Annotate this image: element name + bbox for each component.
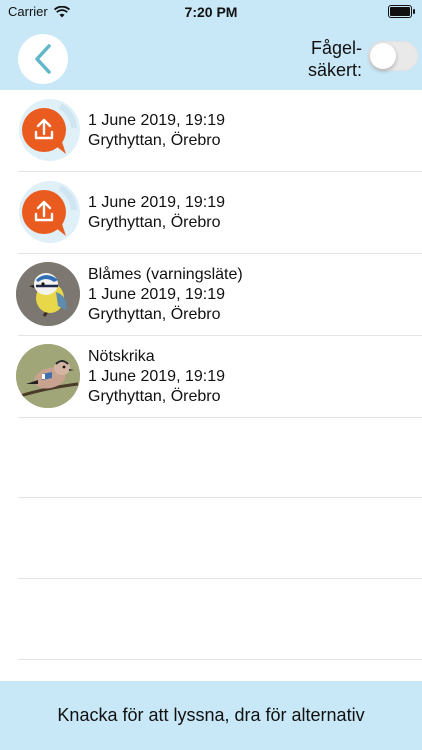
jay-photo — [16, 344, 80, 408]
recording-info: Nötskrika 1 June 2019, 19:19 Grythyttan,… — [88, 347, 225, 407]
recording-info: 1 June 2019, 19:19 Grythyttan, Örebro — [88, 111, 225, 151]
recording-place: Grythyttan, Örebro — [88, 305, 221, 323]
recording-date: 1 June 2019, 19:19 — [88, 285, 226, 303]
empty-row-separator — [18, 578, 422, 579]
empty-row-separator — [18, 659, 422, 660]
recording-species: Blåmes (varningsläte) — [88, 265, 243, 283]
list-item[interactable]: 1 June 2019, 19:19 Grythyttan, Örebro — [18, 90, 422, 172]
recording-info: Blåmes (varningsläte) 1 June 2019, 19:19… — [88, 265, 243, 325]
blue-tit-photo — [16, 262, 80, 326]
chevron-left-icon — [35, 44, 51, 74]
footer-hint-bar: Knacka för att lyssna, dra för alternati… — [0, 681, 422, 750]
upload-thumbnail — [16, 180, 80, 244]
upload-icon — [19, 181, 80, 243]
recording-place: Grythyttan, Örebro — [88, 213, 221, 231]
recording-place: Grythyttan, Örebro — [88, 387, 221, 405]
empty-row-separator — [18, 497, 422, 498]
recording-info: 1 June 2019, 19:19 Grythyttan, Örebro — [88, 193, 225, 233]
recordings-list: 1 June 2019, 19:19 Grythyttan, Örebro 1 … — [0, 90, 422, 418]
recording-date: 1 June 2019, 19:19 — [88, 111, 226, 129]
list-item[interactable]: 1 June 2019, 19:19 Grythyttan, Örebro — [18, 172, 422, 254]
list-item[interactable]: Nötskrika 1 June 2019, 19:19 Grythyttan,… — [16, 336, 422, 418]
list-item[interactable]: Blåmes (varningsläte) 1 June 2019, 19:19… — [16, 254, 422, 336]
clock: 7:20 PM — [184, 4, 238, 20]
status-bar: Carrier 7:20 PM — [0, 0, 422, 24]
recording-species: Nötskrika — [88, 347, 155, 365]
recording-date: 1 June 2019, 19:19 — [88, 367, 226, 385]
upload-thumbnail — [16, 98, 80, 162]
bird-safe-label: Fågel- säkert: — [307, 38, 362, 80]
footer-hint-text: Knacka för att lyssna, dra för alternati… — [57, 705, 365, 725]
battery-icon — [388, 5, 415, 18]
upload-icon — [19, 99, 80, 161]
bird-safe-toggle[interactable] — [368, 41, 418, 71]
recording-date: 1 June 2019, 19:19 — [88, 193, 226, 211]
back-button[interactable] — [18, 34, 68, 84]
toggle-knob — [370, 43, 396, 69]
bird-photo-icon — [16, 262, 80, 326]
recording-place: Grythyttan, Örebro — [88, 131, 221, 149]
bird-photo-icon — [16, 344, 80, 408]
